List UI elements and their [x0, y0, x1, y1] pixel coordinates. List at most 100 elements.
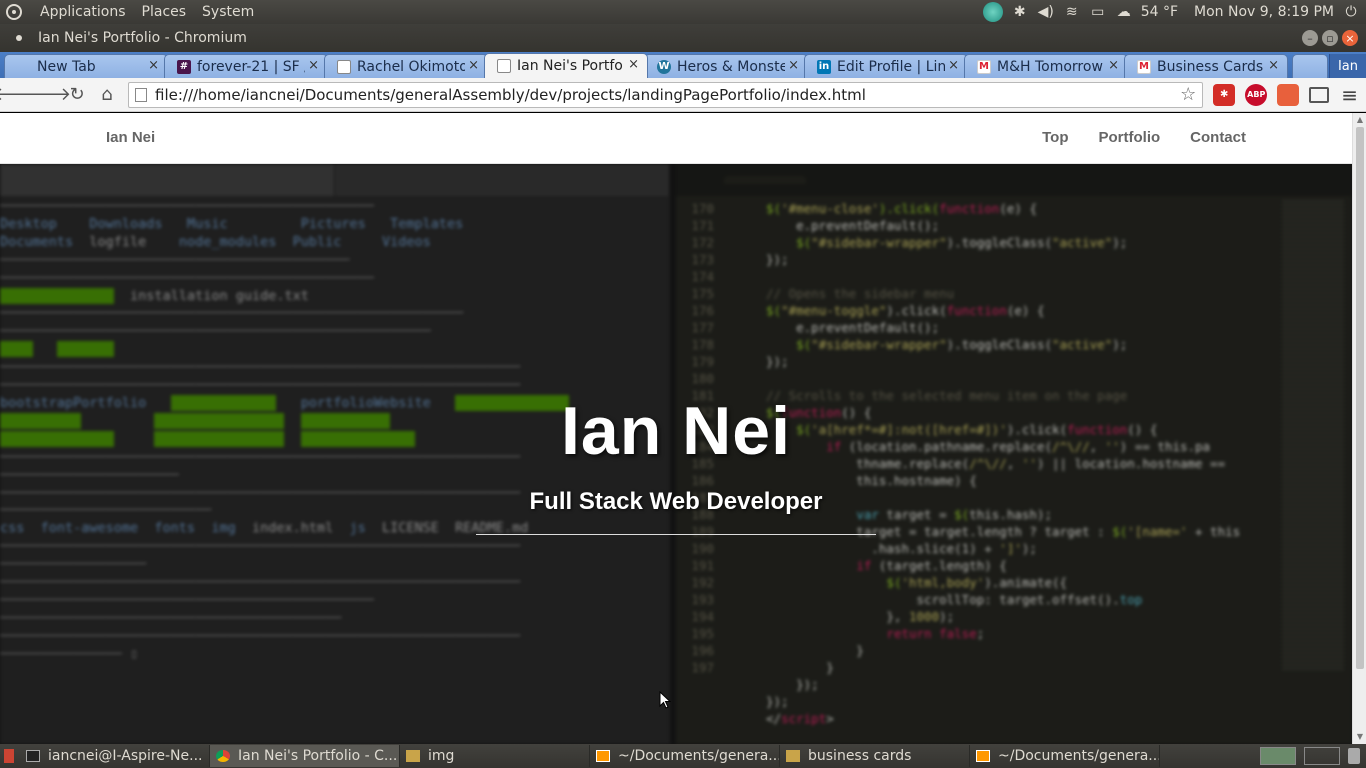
nav-link-contact[interactable]: Contact	[1190, 129, 1246, 146]
tab-strip: New Tab × # forever-21 | SF / × Rachel O…	[0, 52, 1366, 78]
forward-button[interactable]: 🡒	[23, 82, 71, 108]
bookmark-extension-icon[interactable]	[1277, 83, 1300, 106]
taskbar-item-label: business cards	[808, 748, 912, 764]
tab-close-icon[interactable]: ×	[788, 58, 799, 73]
taskbar-item-business-cards[interactable]: business cards	[780, 745, 970, 767]
profile-button[interactable]: Ian	[1328, 54, 1366, 78]
window-title-bar[interactable]: Ian Nei's Portfolio - Chromium – ▫ ×	[0, 24, 1366, 52]
scroll-down-icon[interactable]: ▼	[1355, 732, 1365, 742]
scrollbar-thumb[interactable]	[1356, 127, 1364, 669]
menu-system[interactable]: System	[200, 4, 256, 20]
workspace-1[interactable]	[1260, 747, 1296, 765]
hero-section: Ian Nei Full Stack Web Developer	[0, 164, 1352, 744]
tab-label: New Tab	[37, 58, 96, 75]
site-brand-link[interactable]: Ian Nei	[106, 129, 155, 146]
ubuntu-logo-icon[interactable]	[6, 4, 22, 20]
wifi-icon[interactable]: ≋	[1063, 3, 1081, 21]
browser-menu-icon[interactable]: ≡	[1341, 83, 1358, 107]
window-menu-icon[interactable]	[16, 35, 22, 41]
tab-ian-nei-portfolio[interactable]: Ian Nei's Portfo ×	[484, 53, 648, 78]
linkedin-icon: in	[817, 59, 831, 74]
vpn-icon[interactable]	[982, 2, 1003, 22]
tab-close-icon[interactable]: ×	[468, 58, 479, 73]
nav-link-portfolio[interactable]: Portfolio	[1099, 129, 1161, 146]
taskbar-item-label: Ian Nei's Portfolio - C...	[238, 748, 398, 764]
wordpress-icon: W	[657, 59, 671, 74]
site-navbar: Ian Nei Top Portfolio Contact	[0, 113, 1352, 164]
os-top-panel: Applications Places System ✱ ◀) ≋ ▭ ☁ 54…	[0, 0, 1366, 24]
trash-icon[interactable]	[1348, 748, 1360, 764]
tab-close-icon[interactable]: ×	[148, 58, 159, 73]
hero-role-subheading: Full Stack Web Developer	[529, 488, 823, 515]
page-viewport: ────────────────────────────────────────…	[0, 113, 1352, 744]
menu-places[interactable]: Places	[140, 4, 189, 20]
tab-business-cards[interactable]: M Business Cards ×	[1124, 54, 1288, 78]
tab-close-icon[interactable]: ×	[1268, 58, 1279, 73]
lastpass-extension-icon[interactable]: ✱	[1213, 83, 1236, 106]
taskbar-item-img-folder[interactable]: img	[400, 745, 590, 767]
home-button[interactable]: ⌂	[94, 82, 120, 108]
tab-label: Heros & Monste	[677, 58, 785, 75]
document-icon	[497, 59, 511, 73]
new-tab-button[interactable]	[1292, 54, 1328, 78]
battery-icon[interactable]: ▭	[1089, 3, 1107, 21]
taskbar-item-label: iancnei@I-Aspire-Ne...	[48, 748, 203, 764]
taskbar-item-sublime-1[interactable]: ~/Documents/genera...	[590, 745, 780, 767]
workspace-2[interactable]	[1304, 747, 1340, 765]
os-taskbar: iancnei@I-Aspire-Ne... Ian Nei's Portfol…	[0, 744, 1366, 768]
sublime-icon	[596, 750, 610, 762]
clock[interactable]: Mon Nov 9, 8:19 PM	[1194, 4, 1334, 20]
tab-forever-21[interactable]: # forever-21 | SF / ×	[164, 54, 328, 78]
cast-icon[interactable]	[1309, 86, 1330, 103]
tab-new-tab[interactable]: New Tab ×	[4, 54, 168, 78]
bookmark-star-icon[interactable]: ☆	[1180, 84, 1196, 105]
minimize-button[interactable]: –	[1302, 30, 1318, 46]
close-window-button[interactable]: ×	[1342, 30, 1358, 46]
menu-applications[interactable]: Applications	[38, 4, 128, 20]
tab-heros-monsters[interactable]: W Heros & Monste ×	[644, 54, 808, 78]
taskbar-item-terminal[interactable]: iancnei@I-Aspire-Ne...	[20, 745, 210, 767]
tab-label: Rachel Okimoto	[357, 58, 465, 75]
hero-name-heading: Ian Nei	[561, 393, 791, 469]
tab-close-icon[interactable]: ×	[1108, 58, 1119, 73]
reload-button[interactable]: ↻	[64, 82, 90, 108]
tab-close-icon[interactable]: ×	[948, 58, 959, 73]
volume-icon[interactable]: ◀)	[1037, 3, 1055, 21]
tab-edit-profile-linkedin[interactable]: in Edit Profile | Lin ×	[804, 54, 968, 78]
scroll-up-icon[interactable]: ▲	[1355, 115, 1365, 125]
mouse-pointer-icon	[659, 691, 671, 709]
taskbar-item-label: ~/Documents/genera...	[618, 748, 780, 764]
sublime-icon	[976, 750, 990, 762]
taskbar-item-sublime-2[interactable]: ~/Documents/genera...	[970, 745, 1160, 767]
tab-rachel-okimoto[interactable]: Rachel Okimoto ×	[324, 54, 488, 78]
show-desktop-icon[interactable]	[4, 749, 14, 763]
gmail-icon: M	[977, 59, 991, 74]
bluetooth-icon[interactable]: ✱	[1011, 3, 1029, 21]
gmail-icon: M	[1137, 59, 1151, 74]
taskbar-item-label: ~/Documents/genera...	[998, 748, 1160, 764]
address-bar[interactable]: file:///home/iancnei/Documents/generalAs…	[128, 81, 1204, 108]
nav-link-top[interactable]: Top	[1042, 129, 1068, 146]
weather-temperature[interactable]: 54 °F	[1141, 4, 1178, 20]
tab-label: Edit Profile | Lin	[837, 58, 945, 75]
tab-mh-tomorrow[interactable]: M M&H Tomorrow ×	[964, 54, 1128, 78]
tab-label: forever-21 | SF /	[197, 58, 305, 75]
tab-label: Business Cards	[1157, 58, 1264, 75]
terminal-icon	[26, 750, 40, 762]
url-text[interactable]: file:///home/iancnei/Documents/generalAs…	[155, 86, 1180, 104]
tab-close-icon[interactable]: ×	[308, 58, 319, 73]
slack-icon: #	[177, 59, 191, 74]
tab-close-icon[interactable]: ×	[628, 57, 639, 72]
folder-icon	[786, 750, 800, 762]
adblock-plus-extension-icon[interactable]: ABP	[1245, 83, 1268, 106]
weather-icon[interactable]: ☁	[1115, 3, 1133, 21]
power-icon[interactable]: ⏻	[1342, 3, 1360, 21]
maximize-button[interactable]: ▫	[1322, 30, 1338, 46]
chrome-icon	[216, 750, 230, 762]
browser-toolbar: 🡐 🡒 ↻ ⌂ file:///home/iancnei/Documents/g…	[0, 78, 1366, 112]
page-scrollbar[interactable]: ▲ ▼	[1352, 113, 1366, 744]
hero-divider	[476, 534, 876, 535]
blank-page-icon	[17, 60, 31, 74]
tab-label: M&H Tomorrow	[997, 58, 1103, 75]
taskbar-item-chromium[interactable]: Ian Nei's Portfolio - C...	[210, 745, 400, 767]
